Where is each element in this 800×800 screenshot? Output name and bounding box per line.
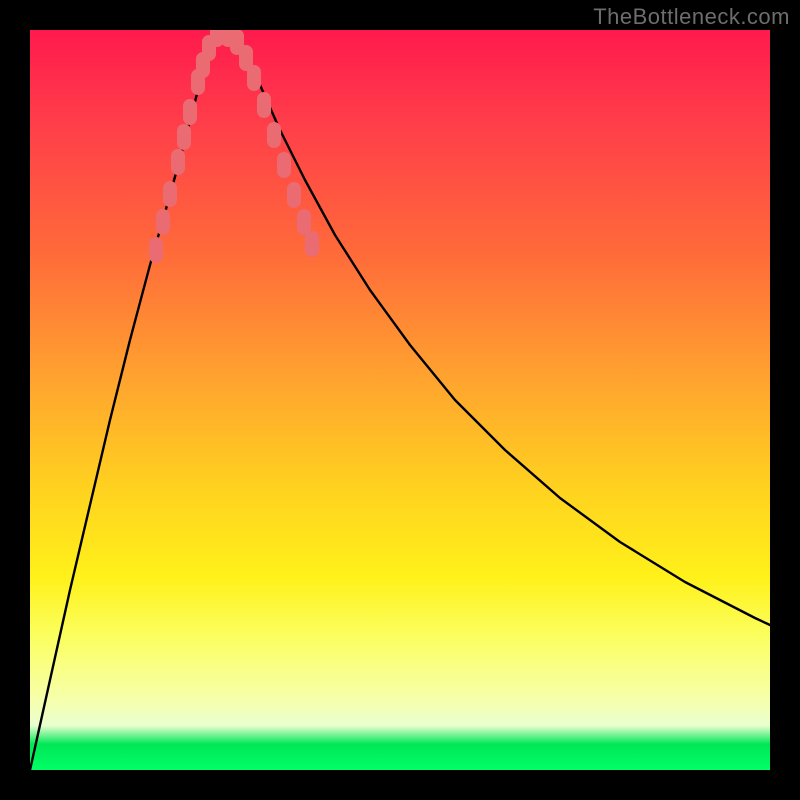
bottleneck-curve (30, 32, 770, 770)
curve-marker (156, 209, 170, 235)
curve-marker (277, 152, 291, 178)
watermark-text: TheBottleneck.com (593, 4, 790, 30)
curve-marker (305, 231, 319, 257)
plot-area (30, 30, 770, 770)
curve-markers (149, 30, 319, 263)
curve-marker (247, 65, 261, 91)
curve-marker (287, 182, 301, 208)
curve-marker (183, 99, 197, 125)
curve-marker (171, 149, 185, 175)
chart-svg (30, 30, 770, 770)
curve-marker (149, 237, 163, 263)
curve-marker (163, 181, 177, 207)
chart-frame: TheBottleneck.com (0, 0, 800, 800)
curve-marker (257, 92, 271, 118)
curve-marker (177, 124, 191, 150)
curve-marker (267, 122, 281, 148)
curve-marker (297, 209, 311, 235)
